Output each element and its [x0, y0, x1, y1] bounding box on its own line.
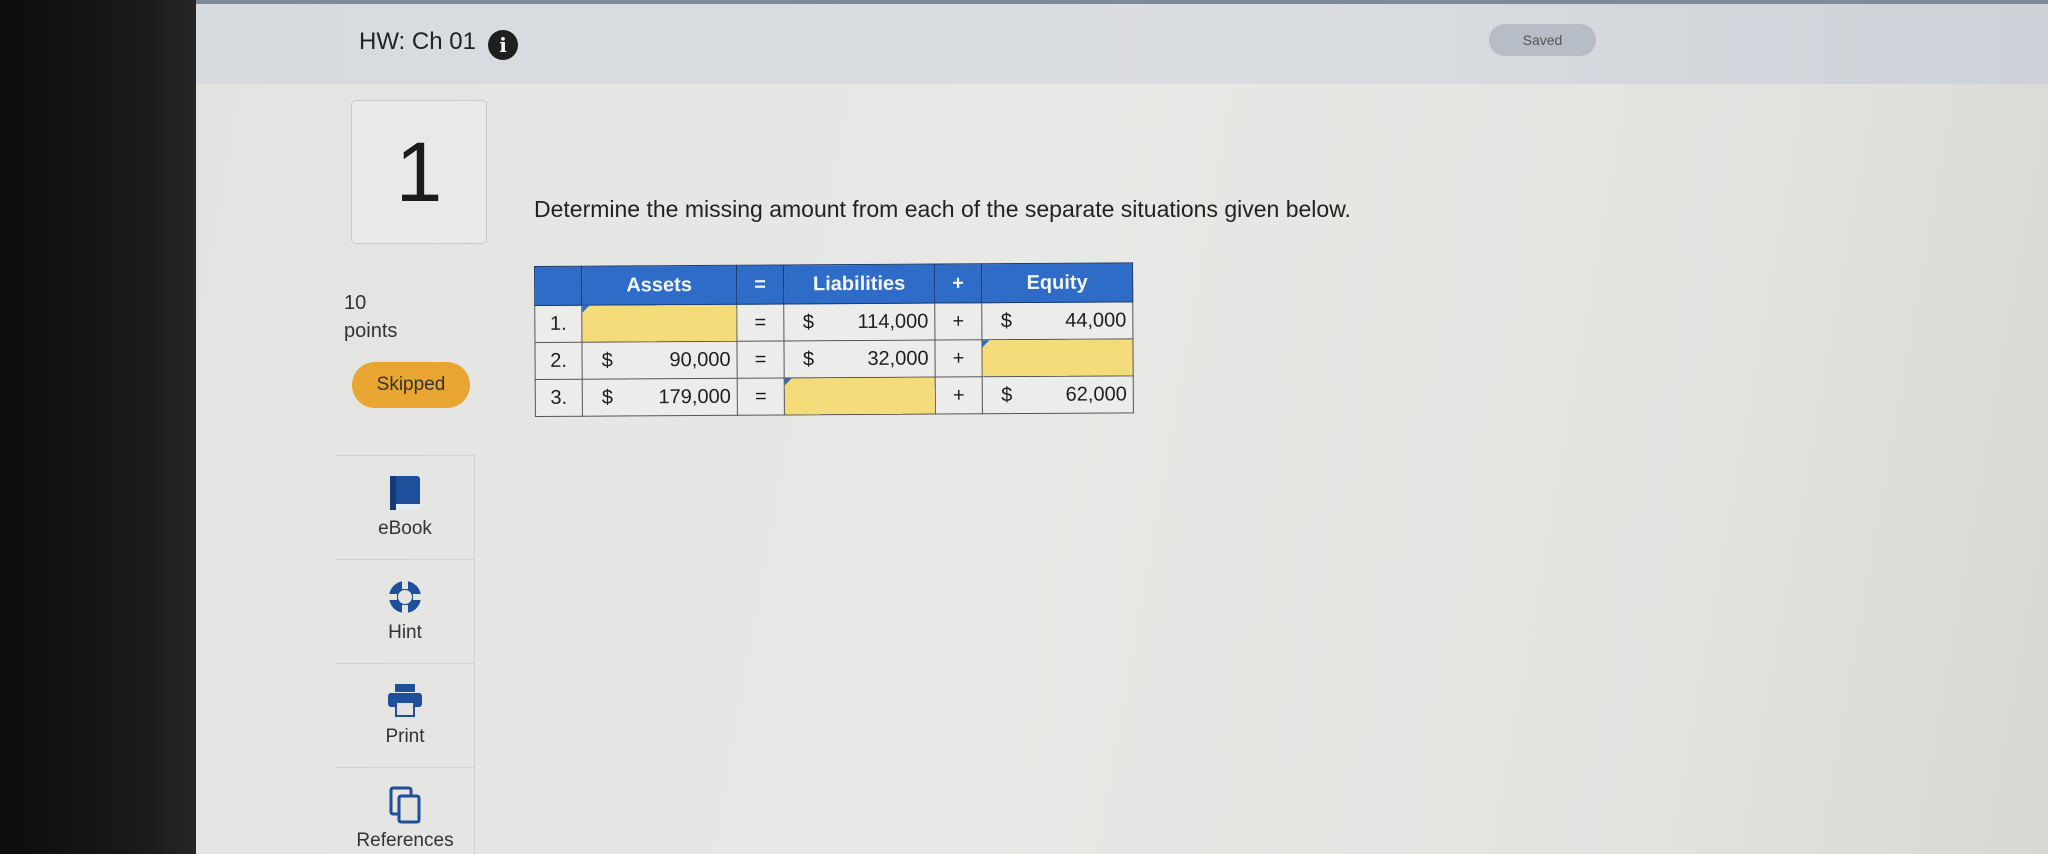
ebook-button[interactable]: eBook — [336, 455, 474, 560]
dollar-sign: $ — [582, 378, 633, 417]
equity-value: 62,000 — [1030, 375, 1134, 414]
plus-sign: + — [935, 376, 983, 415]
dollar-sign: $ — [783, 303, 833, 341]
lifebuoy-icon — [386, 578, 424, 621]
equals-sign: = — [737, 377, 785, 416]
dollar-sign: $ — [783, 340, 833, 378]
assignment-title: HW: Ch 01 — [359, 28, 476, 55]
liabilities-value: 114,000 — [832, 303, 935, 341]
dollar-sign: $ — [982, 376, 1031, 414]
print-button[interactable]: Print — [336, 663, 474, 768]
saved-status-badge: Saved — [1489, 24, 1596, 56]
skipped-status-badge: Skipped — [352, 362, 470, 408]
equals-sign: = — [736, 303, 784, 342]
print-label: Print — [385, 726, 425, 747]
row-number: 2. — [534, 342, 583, 380]
hint-button[interactable]: Hint — [336, 559, 474, 664]
table-row: 1. = $ 114,000 + $ 44,000 — [534, 301, 1133, 343]
equals-header: = — [736, 264, 784, 305]
assets-value: 90,000 — [631, 341, 738, 379]
printer-icon — [386, 682, 424, 723]
dollar-sign: $ — [981, 302, 1031, 340]
liabilities-value: 32,000 — [832, 340, 936, 378]
question-prompt: Determine the missing amount from each o… — [534, 196, 1351, 222]
hint-label: Hint — [388, 622, 422, 643]
table-header-row: Assets = Liabilities + Equity — [534, 262, 1133, 306]
laptop-bezel — [0, 0, 200, 854]
assets-header: Assets — [581, 265, 737, 306]
screen: HW: Ch 01 i Saved 1 10 points Skipped eB… — [196, 0, 2048, 854]
liabilities-input[interactable] — [784, 377, 936, 415]
equity-input[interactable] — [981, 338, 1134, 377]
liabilities-header: Liabilities — [783, 264, 935, 304]
assignment-header: HW: Ch 01 i Saved — [196, 0, 2048, 84]
assets-value: 179,000 — [631, 378, 738, 416]
references-label: References — [356, 830, 454, 851]
info-icon[interactable]: i — [488, 30, 518, 60]
ebook-label: eBook — [378, 518, 432, 539]
plus-sign: + — [934, 302, 982, 341]
copy-pages-icon — [387, 786, 423, 831]
plus-header: + — [934, 263, 982, 304]
table-row: 2. $ 90,000 = $ 32,000 + — [534, 338, 1134, 380]
row-number: 3. — [535, 379, 583, 417]
assets-input[interactable] — [581, 304, 737, 343]
dollar-sign: $ — [581, 341, 632, 380]
equals-sign: = — [736, 340, 785, 379]
points-label: points — [344, 320, 398, 342]
equity-value: 44,000 — [1030, 301, 1133, 340]
book-icon — [388, 474, 422, 519]
points-value: 10 — [344, 292, 367, 314]
row-number-header — [534, 266, 582, 306]
tools-panel: eBook Hint Print References — [336, 455, 475, 854]
references-button[interactable]: References — [336, 767, 474, 854]
question-number: 1 — [351, 100, 487, 244]
accounting-equation-table: Assets = Liabilities + Equity 1. = $ 114… — [534, 262, 1134, 417]
plus-sign: + — [934, 339, 983, 378]
row-number: 1. — [534, 305, 582, 343]
table-row: 3. $ 179,000 = + $ 62,000 — [535, 375, 1134, 417]
equity-header: Equity — [981, 262, 1133, 303]
